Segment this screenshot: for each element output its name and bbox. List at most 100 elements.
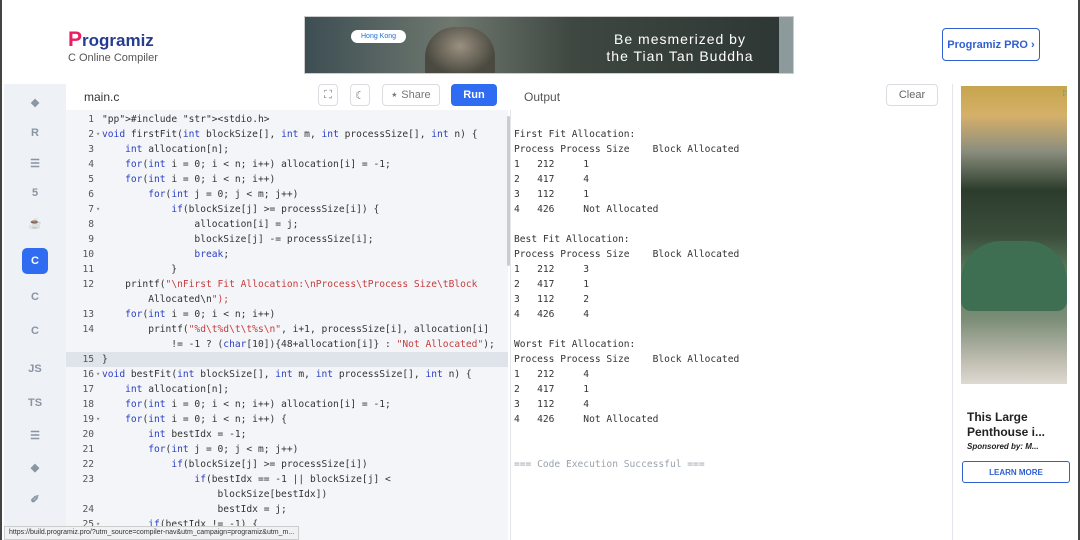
code-line[interactable]: 20 int bestIdx = -1; [66, 427, 508, 442]
ad-image [425, 27, 495, 73]
code-text: void firstFit(int blockSize[], int m, in… [102, 129, 478, 140]
code-line[interactable]: 4 for(int i = 0; i < n; i++) allocation[… [66, 157, 508, 172]
ad-choices-icon[interactable]: ▷ [1063, 88, 1067, 100]
code-line[interactable]: 21 for(int j = 0; j < m; j++) [66, 442, 508, 457]
code-line[interactable]: 24 bestIdx = j; [66, 502, 508, 517]
output-line: 1 212 3 [514, 264, 590, 275]
code-text: for(int i = 0; i < n; i++) allocation[i]… [125, 159, 391, 170]
line-number: 20 [82, 429, 94, 440]
line-number: 9 [88, 234, 94, 245]
sidebar-html-icon[interactable]: 5 [24, 182, 46, 204]
ad-location-tag: Hong Kong [351, 30, 407, 43]
theme-toggle-button[interactable]: ☾ [350, 84, 370, 106]
output-line: 1 212 4 [514, 369, 590, 380]
line-number: 18 [82, 399, 94, 410]
code-line[interactable]: 19 ▾ for(int i = 0; i < n; i++) { [66, 412, 508, 427]
sidebar-csharp-icon[interactable]: C [24, 320, 46, 342]
code-line[interactable]: blockSize[bestIdx]) [66, 487, 508, 502]
ad-side-image [779, 17, 793, 73]
output-line: 3 112 1 [514, 189, 590, 200]
code-line[interactable]: 6 for(int j = 0; j < m; j++) [66, 187, 508, 202]
line-number: 11 [82, 264, 94, 275]
line-number: 21 [82, 444, 94, 455]
language-sidebar: ❖ R ☰ 5 ☕ C C C JS TS ☰ ◆ ✐ [4, 84, 66, 540]
sidebar-swift-icon[interactable]: ✐ [24, 488, 46, 510]
code-line[interactable]: 17 int allocation[n]; [66, 382, 508, 397]
code-line[interactable]: 1 "pp">#include "str"><stdio.h> [66, 112, 508, 127]
sidebar-r-icon[interactable]: R [24, 122, 46, 144]
code-text: blockSize[j] -= processSize[i]; [102, 234, 374, 245]
code-text: int allocation[n]; [125, 384, 230, 395]
code-line[interactable]: 5 for(int i = 0; i < n; i++) [66, 172, 508, 187]
output-line: 3 112 4 [514, 399, 590, 410]
code-line[interactable]: 15} [66, 352, 508, 367]
line-number: 22 [82, 459, 94, 470]
code-text: for(int j = 0; j < m; j++) [148, 444, 299, 455]
share-button[interactable]: ⭑ Share [382, 84, 440, 106]
ad-title[interactable]: This Large Penthouse i... [967, 410, 1067, 440]
code-line[interactable]: 13 for(int i = 0; i < n; i++) [66, 307, 508, 322]
code-text: for(int i = 0; i < n; i++) allocation[i]… [125, 399, 391, 410]
sidebar-sql-icon[interactable]: ☰ [24, 152, 46, 174]
run-button[interactable]: Run [451, 84, 497, 106]
code-line[interactable]: 18 for(int i = 0; i < n; i++) allocation… [66, 397, 508, 412]
code-text: printf("%d\t%d\t\t%s\n", i+1, processSiz… [102, 324, 489, 335]
programiz-pro-button[interactable]: Programiz PRO › [942, 28, 1040, 61]
ad-sofa-shape [961, 241, 1067, 311]
code-line[interactable]: 23 if(bestIdx == -1 || blockSize[j] < [66, 472, 508, 487]
code-line[interactable]: 16 ▾ void bestFit(int blockSize[], int m, … [66, 367, 508, 382]
programiz-logo[interactable]: Programiz [68, 28, 154, 52]
sidebar-java-icon[interactable]: ☕ [24, 212, 46, 234]
code-line[interactable]: != -1 ? (char[10]){48+allocation[i]} : "… [66, 337, 508, 352]
sidebar-php-icon[interactable]: ◆ [24, 456, 46, 478]
sidebar-js-icon[interactable]: JS [24, 358, 46, 380]
right-ad[interactable]: ▷ This Large Penthouse i... Sponsored by… [952, 84, 1078, 540]
top-ad-banner[interactable]: Hong Kong Be mesmerized by the Tian Tan … [304, 16, 794, 74]
code-line[interactable]: 12 printf("\nFirst Fit Allocation:\nProc… [66, 277, 508, 292]
output-line: 4 426 Not Allocated [514, 204, 659, 215]
code-line[interactable]: 8 allocation[i] = j; [66, 217, 508, 232]
ad-headline-line1: Be mesmerized by [614, 31, 746, 47]
sidebar-python-icon[interactable]: ❖ [24, 92, 46, 114]
line-number: 19 [82, 414, 94, 425]
clear-button[interactable]: Clear [886, 84, 938, 106]
line-number: 23 [82, 474, 94, 485]
line-number: 1 [88, 114, 94, 125]
penthouse-ad-image[interactable]: ▷ [961, 86, 1067, 384]
code-text: for(int j = 0; j < m; j++) [148, 189, 299, 200]
logo-text: rogramiz [82, 31, 154, 50]
line-number: 16 [82, 369, 94, 380]
sidebar-ts-icon[interactable]: TS [24, 392, 46, 414]
code-line[interactable]: 22 if(blockSize[j] >= processSize[i]) [66, 457, 508, 472]
fullscreen-button[interactable]: ⛶ [318, 84, 338, 106]
code-line[interactable]: 14 printf("%d\t%d\t\t%s\n", i+1, process… [66, 322, 508, 337]
sidebar-go-icon[interactable]: ☰ [24, 424, 46, 446]
code-text: "pp">#include "str"><stdio.h> [102, 114, 270, 125]
logo-letter: P [68, 28, 83, 51]
page-subtitle: C Online Compiler [68, 52, 158, 64]
file-tab-main-c[interactable]: main.c [84, 90, 119, 104]
line-number: 10 [82, 249, 94, 260]
line-number: 14 [82, 324, 94, 335]
learn-more-button[interactable]: LEARN MORE [962, 461, 1070, 483]
code-line[interactable]: 7 ▾ if(blockSize[j] >= processSize[i]) { [66, 202, 508, 217]
line-number: 4 [88, 159, 94, 170]
code-text: bestIdx = j; [102, 504, 287, 515]
output-line: Worst Fit Allocation: [514, 339, 636, 350]
code-text: printf("\nFirst Fit Allocation:\nProcess… [102, 279, 478, 290]
code-text: if(blockSize[j] >= processSize[i]) { [171, 204, 380, 215]
code-line[interactable]: 11 } [66, 262, 508, 277]
code-line[interactable]: 9 blockSize[j] -= processSize[i]; [66, 232, 508, 247]
sidebar-cpp-icon[interactable]: C [24, 286, 46, 308]
code-editor[interactable]: 1 "pp">#include "str"><stdio.h> 2 ▾ void fir… [66, 110, 508, 540]
code-text: allocation[i] = j; [102, 219, 299, 230]
code-line[interactable]: 3 int allocation[n]; [66, 142, 508, 157]
code-line[interactable]: Allocated\n"); [66, 292, 508, 307]
line-number: 2 [88, 129, 94, 140]
code-line[interactable]: 10 break; [66, 247, 508, 262]
sidebar-c-icon[interactable]: C [22, 248, 48, 274]
code-text: int bestIdx = -1; [148, 429, 247, 440]
code-line[interactable]: 2 ▾ void firstFit(int blockSize[], int m, … [66, 127, 508, 142]
code-text: if(bestIdx == -1 || blockSize[j] < [194, 474, 391, 485]
output-panel: First Fit Allocation: Process Process Siz… [510, 110, 952, 540]
